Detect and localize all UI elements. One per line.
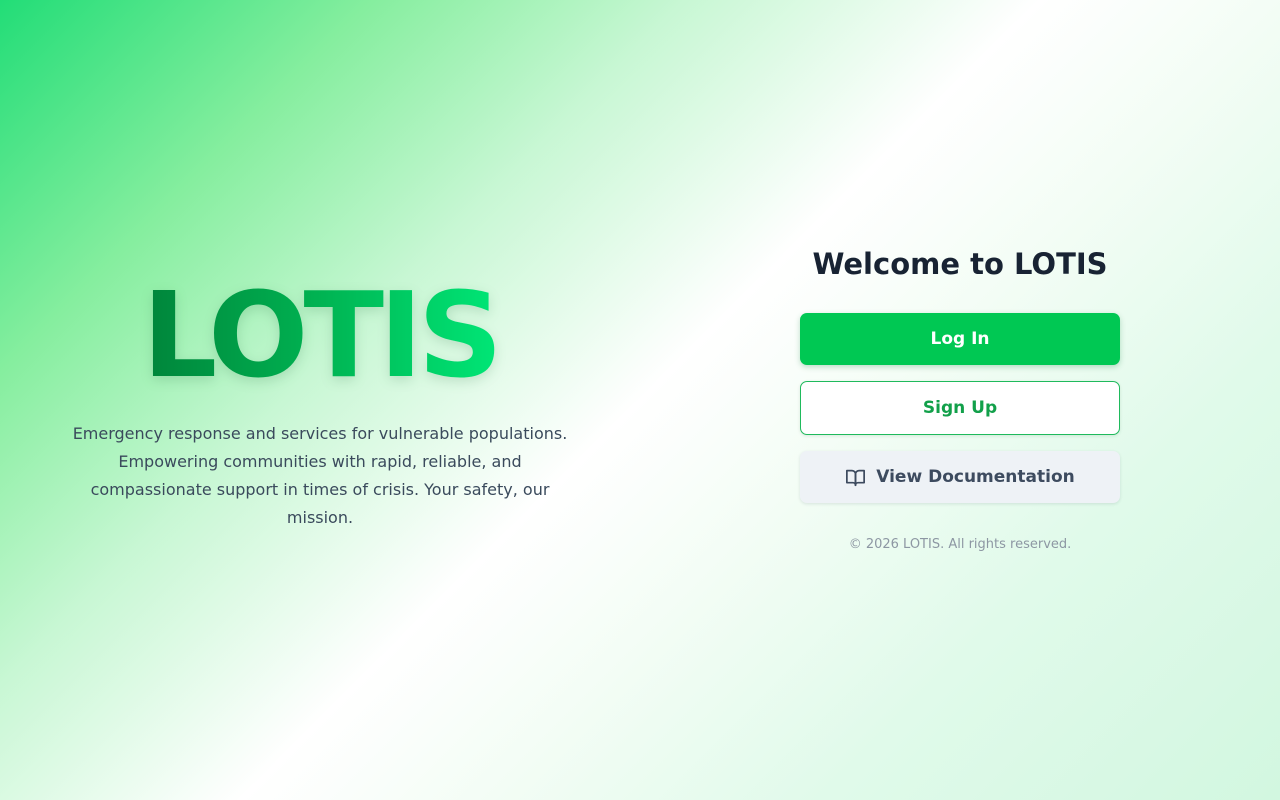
sign-up-button[interactable]: Sign Up xyxy=(800,381,1120,435)
welcome-title: Welcome to LOTIS xyxy=(812,247,1108,281)
view-documentation-button[interactable]: View Documentation xyxy=(800,451,1120,503)
sign-up-label: Sign Up xyxy=(922,398,998,418)
tagline: Emergency response and services for vuln… xyxy=(72,424,568,527)
auth-panel: Welcome to LOTIS Log In Sign Up View Doc… xyxy=(800,240,1120,552)
book-icon xyxy=(845,468,866,487)
copyright-text: © 2026 LOTIS. All rights reserved. xyxy=(848,537,1072,552)
view-documentation-label: View Documentation xyxy=(876,467,1075,487)
logo-wordmark: LOTIS xyxy=(142,266,503,404)
hero-section: LOTIS Emergency response and services fo… xyxy=(40,270,600,532)
log-in-label: Log In xyxy=(930,329,990,349)
log-in-button[interactable]: Log In xyxy=(800,313,1120,365)
